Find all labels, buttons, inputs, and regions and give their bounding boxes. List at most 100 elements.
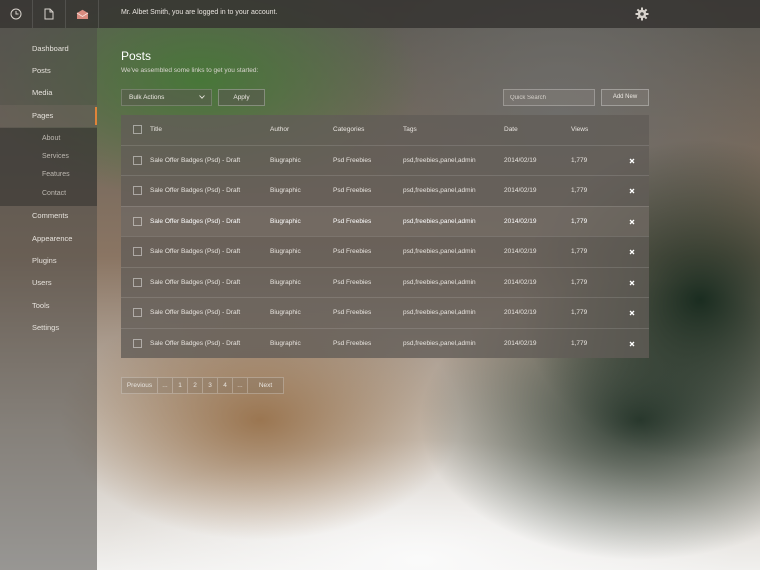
select-all-checkbox[interactable] bbox=[133, 125, 142, 134]
row-tags: psd,freebies,panel,admin bbox=[403, 340, 476, 347]
row-checkbox[interactable] bbox=[133, 278, 142, 287]
row-author: Biugraphic bbox=[270, 187, 301, 194]
row-author: Biugraphic bbox=[270, 279, 301, 286]
row-date: 2014/02/19 bbox=[504, 157, 537, 164]
mail-icon bbox=[76, 9, 88, 19]
row-checkbox[interactable] bbox=[133, 308, 142, 317]
sidebar-subitem-features[interactable]: Features bbox=[0, 166, 97, 184]
row-title[interactable]: Sale Offer Badges (Psd) - Draft bbox=[150, 268, 240, 298]
row-title[interactable]: Sale Offer Badges (Psd) - Draft bbox=[150, 146, 240, 176]
close-icon bbox=[629, 188, 635, 194]
sidebar-subitem-about[interactable]: About bbox=[0, 130, 97, 148]
row-checkbox[interactable] bbox=[133, 339, 142, 348]
sidebar-subitem-services[interactable]: Services bbox=[0, 148, 97, 166]
column-header-date[interactable]: Date bbox=[504, 115, 518, 145]
sidebar-item-comments[interactable]: Comments bbox=[0, 205, 97, 227]
row-date: 2014/02/19 bbox=[504, 309, 537, 316]
row-views: 1,779 bbox=[571, 279, 588, 286]
sidebar-subitem-contact[interactable]: Contact bbox=[0, 185, 97, 203]
table-row[interactable]: Sale Offer Badges (Psd) - Draft Biugraph… bbox=[121, 328, 649, 358]
sidebar-item-media[interactable]: Media bbox=[0, 82, 97, 104]
pagination-page-1[interactable]: 1 bbox=[173, 377, 188, 394]
delete-row-button[interactable] bbox=[629, 298, 635, 328]
column-header-tags[interactable]: Tags bbox=[403, 115, 417, 145]
row-category: Psd Freebies bbox=[333, 279, 372, 286]
page-title: Posts bbox=[121, 49, 152, 63]
row-title[interactable]: Sale Offer Badges (Psd) - Draft bbox=[150, 237, 240, 267]
sidebar-item-pages[interactable]: Pages bbox=[0, 105, 97, 127]
row-checkbox[interactable] bbox=[133, 156, 142, 165]
row-title[interactable]: Sale Offer Badges (Psd) - Draft bbox=[150, 329, 240, 359]
close-icon bbox=[629, 310, 635, 316]
row-title[interactable]: Sale Offer Badges (Psd) - Draft bbox=[150, 207, 240, 237]
sidebar-item-dashboard[interactable]: Dashboard bbox=[0, 38, 97, 60]
column-header-author[interactable]: Author bbox=[270, 115, 289, 145]
row-category: Psd Freebies bbox=[333, 340, 372, 347]
table-row[interactable]: Sale Offer Badges (Psd) - Draft Biugraph… bbox=[121, 267, 649, 297]
pagination-previous-button[interactable]: Previous bbox=[121, 377, 158, 394]
row-checkbox[interactable] bbox=[133, 247, 142, 256]
column-header-categories[interactable]: Categories bbox=[333, 115, 364, 145]
page-subtitle: We've assembled some links to get you st… bbox=[121, 67, 259, 74]
sidebar-item-tools[interactable]: Tools bbox=[0, 295, 97, 317]
column-header-views[interactable]: Views bbox=[571, 115, 588, 145]
delete-row-button[interactable] bbox=[629, 176, 635, 206]
document-button[interactable] bbox=[33, 0, 66, 28]
row-checkbox[interactable] bbox=[133, 186, 142, 195]
row-title[interactable]: Sale Offer Badges (Psd) - Draft bbox=[150, 176, 240, 206]
column-header-title[interactable]: Title bbox=[150, 115, 162, 145]
pagination-page-2[interactable]: 2 bbox=[188, 377, 203, 394]
document-icon bbox=[44, 8, 54, 20]
top-icon-group bbox=[0, 0, 99, 28]
row-date: 2014/02/19 bbox=[504, 340, 537, 347]
pagination: Previous ... 1 2 3 4 ... Next bbox=[121, 377, 284, 394]
row-tags: psd,freebies,panel,admin bbox=[403, 157, 476, 164]
pagination-ellipsis: ... bbox=[158, 377, 173, 394]
clock-button[interactable] bbox=[0, 0, 33, 28]
row-views: 1,779 bbox=[571, 218, 588, 225]
gear-icon[interactable] bbox=[635, 7, 649, 21]
delete-row-button[interactable] bbox=[629, 207, 635, 237]
row-category: Psd Freebies bbox=[333, 248, 372, 255]
sidebar-item-plugins[interactable]: Plugins bbox=[0, 250, 97, 272]
delete-row-button[interactable] bbox=[629, 237, 635, 267]
close-icon bbox=[629, 249, 635, 255]
clock-icon bbox=[10, 8, 22, 20]
apply-button[interactable]: Apply bbox=[218, 89, 265, 106]
pagination-page-4[interactable]: 4 bbox=[218, 377, 233, 394]
pagination-next-button[interactable]: Next bbox=[248, 377, 284, 394]
table-row[interactable]: Sale Offer Badges (Psd) - Draft Biugraph… bbox=[121, 236, 649, 266]
delete-row-button[interactable] bbox=[629, 146, 635, 176]
sidebar-item-appearence[interactable]: Appearence bbox=[0, 228, 97, 250]
pagination-page-3[interactable]: 3 bbox=[203, 377, 218, 394]
quick-search-input[interactable] bbox=[503, 89, 595, 106]
delete-row-button[interactable] bbox=[629, 268, 635, 298]
pagination-ellipsis: ... bbox=[233, 377, 248, 394]
sidebar-item-users[interactable]: Users bbox=[0, 272, 97, 294]
table-row[interactable]: Sale Offer Badges (Psd) - Draft Biugraph… bbox=[121, 297, 649, 327]
table-row[interactable]: Sale Offer Badges (Psd) - Draft Biugraph… bbox=[121, 175, 649, 205]
row-title[interactable]: Sale Offer Badges (Psd) - Draft bbox=[150, 298, 240, 328]
table-row[interactable]: Sale Offer Badges (Psd) - Draft Biugraph… bbox=[121, 145, 649, 175]
row-views: 1,779 bbox=[571, 340, 588, 347]
chevron-down-icon bbox=[199, 95, 205, 99]
sidebar-item-posts[interactable]: Posts bbox=[0, 60, 97, 82]
row-author: Biugraphic bbox=[270, 309, 301, 316]
row-tags: psd,freebies,panel,admin bbox=[403, 279, 476, 286]
welcome-message: Mr. Albet Smith, you are logged in to yo… bbox=[121, 9, 278, 16]
close-icon bbox=[629, 341, 635, 347]
row-category: Psd Freebies bbox=[333, 157, 372, 164]
row-views: 1,779 bbox=[571, 309, 588, 316]
row-checkbox[interactable] bbox=[133, 217, 142, 226]
sidebar-item-settings[interactable]: Settings bbox=[0, 317, 97, 339]
row-category: Psd Freebies bbox=[333, 309, 372, 316]
row-author: Biugraphic bbox=[270, 218, 301, 225]
row-views: 1,779 bbox=[571, 187, 588, 194]
mail-button[interactable] bbox=[66, 0, 99, 28]
row-views: 1,779 bbox=[571, 248, 588, 255]
add-new-button[interactable]: Add New bbox=[601, 89, 649, 106]
table-row[interactable]: Sale Offer Badges (Psd) - Draft Biugraph… bbox=[121, 206, 649, 236]
bulk-actions-select[interactable]: Bulk Actions bbox=[121, 89, 212, 106]
row-date: 2014/02/19 bbox=[504, 187, 537, 194]
delete-row-button[interactable] bbox=[629, 329, 635, 359]
